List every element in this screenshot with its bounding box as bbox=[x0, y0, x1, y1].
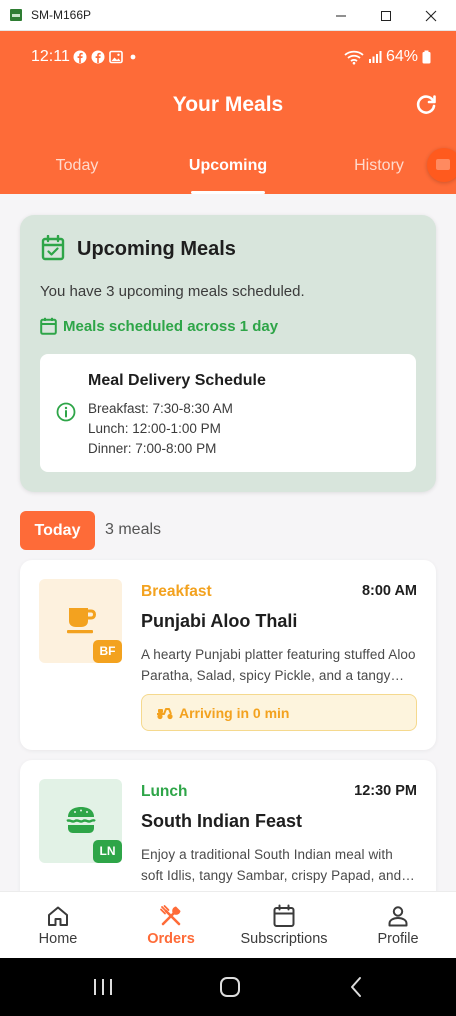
schedule-line-breakfast: Breakfast: 7:30-8:30 AM bbox=[88, 401, 233, 416]
app-bar: 12:11 64% Your Meals Today Upcoming Hist… bbox=[0, 31, 456, 194]
wifi-icon bbox=[344, 50, 364, 65]
meal-thumbnail: BF bbox=[39, 579, 122, 663]
calendar-icon bbox=[273, 904, 295, 927]
delivery-schedule-title: Meal Delivery Schedule bbox=[88, 372, 266, 389]
meal-count: 3 meals bbox=[105, 521, 162, 538]
tab-indicator bbox=[191, 191, 265, 194]
nav-subscriptions[interactable]: Subscriptions bbox=[231, 892, 337, 959]
nav-label: Subscriptions bbox=[240, 931, 328, 947]
arrival-status: Arriving in 0 min bbox=[141, 694, 417, 731]
close-button[interactable] bbox=[408, 0, 453, 31]
info-icon bbox=[56, 402, 76, 422]
window-title: SM-M166P bbox=[31, 8, 92, 22]
facebook-icon bbox=[91, 50, 105, 64]
nav-orders[interactable]: Orders bbox=[131, 892, 211, 959]
status-right: 64% bbox=[344, 48, 431, 66]
orders-icon bbox=[160, 905, 181, 926]
meal-description: A hearty Punjabi platter featuring stuff… bbox=[141, 647, 416, 683]
phone-screen: 12:11 64% Your Meals Today Upcoming Hist… bbox=[0, 31, 456, 1016]
calendar-icon bbox=[40, 317, 57, 335]
battery-percent: 64% bbox=[385, 48, 418, 65]
meal-name: Punjabi Aloo Thali bbox=[141, 611, 298, 631]
meal-card-breakfast[interactable]: BF Breakfast 8:00 AM Punjabi Aloo Thali … bbox=[20, 560, 436, 750]
schedule-line-lunch: Lunch: 12:00-1:00 PM bbox=[88, 421, 221, 436]
upcoming-meals-card: Upcoming Meals You have 3 upcoming meals… bbox=[20, 215, 436, 492]
home-button-icon[interactable] bbox=[218, 976, 242, 998]
meal-type: Breakfast bbox=[141, 583, 212, 600]
tab-today[interactable]: Today bbox=[17, 157, 137, 175]
meal-thumbnail: LN bbox=[39, 779, 122, 863]
system-navigation-bar bbox=[0, 958, 456, 1016]
scheduled-days-text: Meals scheduled across 1 day bbox=[63, 318, 279, 335]
back-icon[interactable] bbox=[345, 976, 369, 998]
signal-icon bbox=[368, 51, 382, 63]
dot-icon bbox=[130, 54, 136, 60]
battery-icon bbox=[422, 50, 431, 64]
scooter-icon bbox=[157, 708, 173, 720]
delivery-schedule-box: Meal Delivery Schedule Breakfast: 7:30-8… bbox=[40, 354, 416, 472]
calendar-check-icon bbox=[41, 235, 65, 261]
day-badge: Today bbox=[20, 511, 95, 550]
meal-type: Lunch bbox=[141, 783, 188, 800]
app-icon bbox=[10, 9, 22, 21]
meal-time: 12:30 PM bbox=[354, 783, 417, 799]
nav-label: Profile bbox=[377, 931, 419, 947]
nav-label: Home bbox=[38, 931, 78, 947]
recent-apps-icon[interactable] bbox=[91, 976, 115, 998]
meal-description: Enjoy a traditional South Indian meal wi… bbox=[141, 847, 402, 883]
bottom-navigation: Home Orders Subscriptions Profile bbox=[0, 891, 456, 958]
burger-icon bbox=[66, 807, 96, 833]
meal-time: 8:00 AM bbox=[361, 583, 417, 599]
home-icon bbox=[48, 906, 68, 926]
meal-name: South Indian Feast bbox=[141, 811, 303, 831]
video-call-icon[interactable] bbox=[427, 148, 456, 182]
window-title-bar: SM-M166P bbox=[0, 0, 456, 31]
tab-bar: Today Upcoming History bbox=[0, 151, 456, 194]
meal-code-badge: BF bbox=[93, 640, 122, 663]
page-title: Your Meals bbox=[172, 93, 284, 116]
nav-label: Orders bbox=[147, 931, 195, 947]
upcoming-description: You have 3 upcoming meals scheduled. bbox=[40, 283, 305, 300]
minimize-button[interactable] bbox=[318, 0, 363, 31]
nav-profile[interactable]: Profile bbox=[358, 892, 438, 959]
maximize-button[interactable] bbox=[363, 0, 408, 31]
coffee-cup-icon bbox=[67, 608, 97, 634]
upcoming-title: Upcoming Meals bbox=[77, 238, 236, 260]
tab-history[interactable]: History bbox=[319, 157, 439, 175]
tab-upcoming[interactable]: Upcoming bbox=[168, 157, 288, 175]
refresh-icon[interactable] bbox=[414, 93, 438, 117]
person-icon bbox=[388, 906, 408, 927]
notification-icons bbox=[73, 50, 139, 64]
nav-home[interactable]: Home bbox=[18, 892, 98, 959]
meal-code-badge: LN bbox=[93, 840, 122, 863]
facebook-icon bbox=[73, 50, 87, 64]
arrival-text: Arriving in 0 min bbox=[179, 705, 290, 721]
status-bar: 12:11 64% bbox=[31, 48, 431, 68]
gallery-icon bbox=[109, 50, 123, 64]
status-time: 12:11 bbox=[31, 48, 70, 65]
schedule-line-dinner: Dinner: 7:00-8:00 PM bbox=[88, 441, 217, 456]
